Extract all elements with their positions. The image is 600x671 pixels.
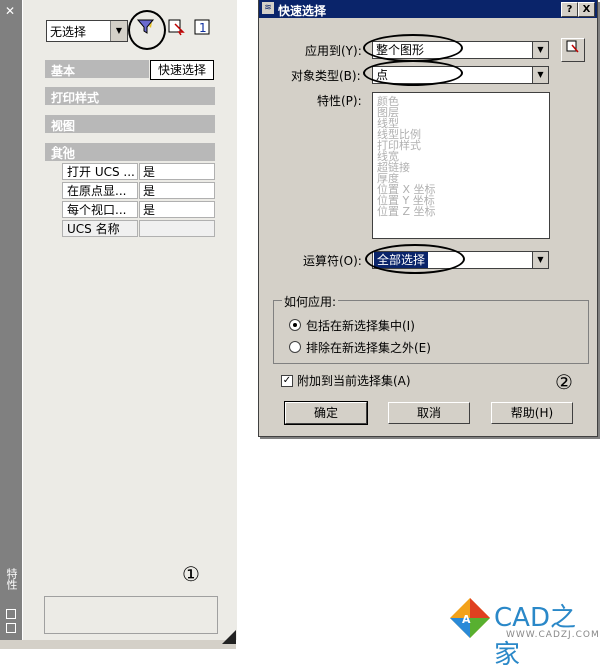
category-view[interactable]: 视图 ⌄⌄	[45, 115, 215, 133]
svg-text:A: A	[462, 613, 471, 626]
resize-grip[interactable]	[222, 630, 236, 644]
quick-select-dialog: ≋ 快速选择 ? X 应用到(Y): 整个图形 ▼ 对象类型(B): 点 ▼ 特…	[258, 0, 598, 437]
property-row[interactable]: UCS 名称	[62, 220, 215, 238]
apply-to-label: 应用到(Y):	[305, 44, 362, 58]
category-misc[interactable]: 其他 ⌃⌃	[45, 143, 215, 161]
ok-button[interactable]: 确定	[284, 401, 368, 425]
palette-titlebar[interactable]: ✕ 特性	[0, 0, 22, 640]
property-name: 在原点显...	[62, 182, 138, 199]
how-to-apply-label: 如何应用:	[282, 293, 339, 310]
filter-funnel-icon	[136, 19, 155, 34]
property-value[interactable]: 是	[139, 201, 215, 218]
chevron-down-icon[interactable]: ▼	[532, 41, 549, 59]
callout-marker-1: ①	[182, 562, 200, 586]
include-radio[interactable]	[289, 319, 301, 331]
category-plot-style[interactable]: 打印样式 ⌄⌄	[45, 87, 215, 105]
property-value[interactable]: 是	[139, 163, 215, 180]
autohide-icon[interactable]	[6, 609, 16, 619]
selection-combo-value: 无选择	[50, 25, 87, 39]
exclude-radio-label[interactable]: 排除在新选择集之外(E)	[306, 339, 431, 356]
close-button[interactable]: X	[578, 2, 595, 17]
chevron-down-icon[interactable]: ▼	[532, 66, 549, 84]
help-button[interactable]: 帮助(H)	[491, 402, 573, 424]
palette-title: 特性	[5, 568, 18, 590]
toggle-pickadd-button[interactable]: 1	[192, 18, 212, 40]
svg-text:1: 1	[199, 21, 207, 35]
object-type-label: 对象类型(B):	[291, 69, 361, 83]
properties-label: 特性(P):	[317, 94, 362, 108]
chevron-down-icon[interactable]: ▼	[110, 21, 127, 41]
property-row[interactable]: 打开 UCS ... 是	[62, 163, 215, 181]
watermark-url: WWW.CADZJ.COM	[506, 630, 600, 640]
properties-menu-icon[interactable]	[6, 623, 16, 633]
cad-logo-icon: A	[450, 598, 490, 638]
highlight-ellipse	[363, 60, 463, 86]
list-item[interactable]: 位置 Z 坐标	[377, 206, 436, 217]
include-radio-label[interactable]: 包括在新选择集中(I)	[306, 317, 415, 334]
pickadd-icon: 1	[194, 19, 210, 35]
property-name: 每个视口...	[62, 201, 138, 218]
append-checkbox-label[interactable]: 附加到当前选择集(A)	[297, 372, 411, 389]
highlight-ellipse	[363, 34, 463, 62]
category-label: 基本	[51, 64, 76, 78]
exclude-radio[interactable]	[289, 341, 301, 353]
property-value[interactable]: 是	[139, 182, 215, 199]
chevron-double-down-icon: ⌄⌄	[51, 88, 70, 101]
append-checkbox[interactable]: ✓	[281, 375, 293, 387]
dialog-title: 快速选择	[278, 4, 327, 18]
callout-marker-2: ②	[555, 370, 573, 394]
properties-list[interactable]: 颜色 图层 线型 线型比例 打印样式 线宽 超链接 厚度 位置 X 坐标 位置 …	[372, 92, 550, 239]
select-objects-icon	[566, 40, 579, 53]
dialog-app-icon: ≋	[262, 2, 274, 14]
quick-select-button[interactable]	[136, 18, 156, 40]
select-objects-button[interactable]	[561, 38, 585, 62]
quick-select-tooltip: 快速选择	[150, 60, 214, 80]
chevron-double-up-icon: ⌃⌃	[51, 144, 70, 157]
property-name: 打开 UCS ...	[62, 163, 138, 180]
property-row[interactable]: 每个视口... 是	[62, 201, 215, 219]
property-name: UCS 名称	[62, 220, 138, 237]
how-to-apply-group: 如何应用: 包括在新选择集中(I) 排除在新选择集之外(E)	[273, 293, 589, 364]
help-title-button[interactable]: ?	[561, 2, 578, 17]
select-objects-button[interactable]	[166, 18, 186, 40]
selection-combo[interactable]: 无选择 ▼	[46, 20, 128, 42]
properties-palette: ✕ 特性 无选择 ▼ 1 快速选择 基本 打印样式 ⌄⌄ 视图 ⌄⌄ 其他 ⌃⌃…	[0, 0, 237, 649]
chevron-down-icon[interactable]: ▼	[532, 251, 549, 269]
close-icon[interactable]: ✕	[5, 4, 15, 18]
category-basic[interactable]: 基本	[45, 60, 149, 78]
highlight-ellipse	[365, 244, 465, 274]
cancel-button[interactable]: 取消	[388, 402, 470, 424]
property-value[interactable]	[139, 220, 215, 237]
chevron-double-down-icon: ⌄⌄	[51, 116, 70, 129]
dialog-titlebar[interactable]: ≋ 快速选择 ? X	[259, 0, 597, 18]
property-row[interactable]: 在原点显... 是	[62, 182, 215, 200]
operator-label: 运算符(O):	[303, 254, 362, 268]
select-objects-icon	[168, 19, 185, 36]
description-box	[44, 596, 218, 634]
